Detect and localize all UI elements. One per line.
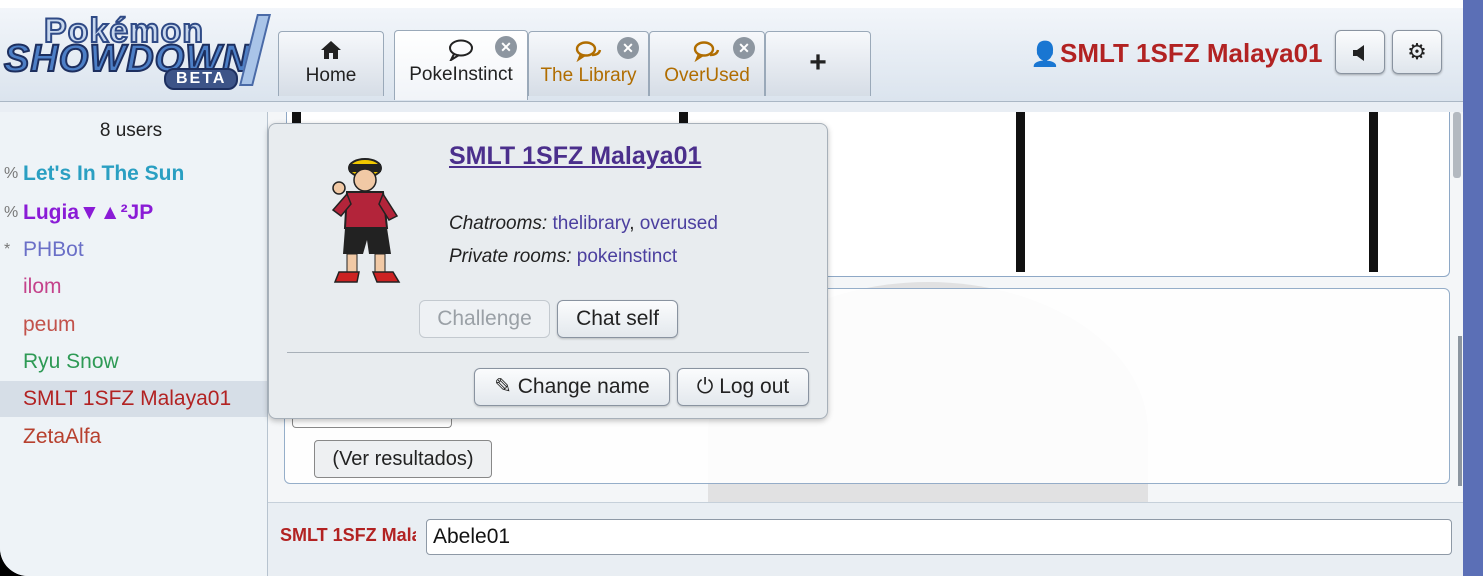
pencil-icon: ✎ xyxy=(494,375,512,398)
userlist-username: PHBot xyxy=(23,238,84,261)
userlist-count: 8 users xyxy=(99,120,163,141)
home-icon xyxy=(279,40,383,66)
tab-home[interactable]: Home xyxy=(278,31,384,96)
speaker-icon xyxy=(1352,39,1368,64)
message-input[interactable] xyxy=(426,519,1452,555)
new-tab-button[interactable]: + xyxy=(765,31,871,96)
composer-username: SMLT 1SFZ Malaya01 xyxy=(280,525,416,545)
user-details-popup: SMLT 1SFZ Malaya01 Chatrooms: thelibrary… xyxy=(268,123,828,419)
app-window: Pokémon SHOWDOWN BETA Home ✕ PokeInstinc… xyxy=(0,0,1463,576)
options-button[interactable]: ⚙ xyxy=(1392,30,1442,74)
tab-close-icon[interactable]: ✕ xyxy=(495,36,517,58)
user-rank-symbol: % xyxy=(4,204,19,221)
userlist: 8 users % Let's In The Sun % Lugia▼▲²JP … xyxy=(0,112,268,576)
showdown-logo[interactable]: Pokémon SHOWDOWN BETA xyxy=(3,11,272,92)
view-results-button[interactable]: (Ver resultados) xyxy=(314,440,492,478)
border-line xyxy=(1016,112,1025,272)
current-user-name[interactable]: SMLT 1SFZ Malaya01 xyxy=(1060,38,1323,69)
tab-overused[interactable]: ✕ OverUsed xyxy=(649,31,765,96)
userlist-item[interactable]: % Lugia▼▲²JP xyxy=(0,195,267,231)
tab-pokeinstinct[interactable]: ✕ PokeInstinct xyxy=(394,30,528,100)
plus-icon: + xyxy=(809,46,827,79)
userlist-item[interactable]: * PHBot xyxy=(0,232,267,268)
userlist-username: SMLT 1SFZ Malaya01 xyxy=(23,387,232,410)
logo-beta-badge: BETA xyxy=(164,68,239,90)
tab-overused-label: OverUsed xyxy=(664,65,750,86)
scrollbar-thumb[interactable] xyxy=(1453,112,1461,178)
change-name-button[interactable]: ✎ Change name xyxy=(474,368,670,406)
logout-label: Log out xyxy=(719,375,790,398)
tab-the-library[interactable]: ✕ The Library xyxy=(528,31,649,96)
popup-username-link[interactable]: SMLT 1SFZ Malaya01 xyxy=(449,142,701,171)
user-rank-symbol: % xyxy=(4,165,19,182)
sound-button[interactable] xyxy=(1335,30,1385,74)
userlist-username: Ryu Snow xyxy=(23,350,119,373)
userlist-username: Let's In The Sun xyxy=(23,162,185,185)
tab-close-icon[interactable]: ✕ xyxy=(733,37,755,59)
popup-chatrooms-line: Chatrooms: thelibrary, overused xyxy=(449,213,718,234)
popup-private-rooms-line: Private rooms: pokeinstinct xyxy=(449,246,677,268)
tab-pokeinstinct-label: PokeInstinct xyxy=(409,64,513,85)
chat-composer: SMLT 1SFZ Malaya01 xyxy=(268,502,1463,576)
user-rank-symbol: * xyxy=(4,241,11,258)
userlist-username: peum xyxy=(23,313,76,336)
popup-divider xyxy=(287,352,809,353)
userlist-username: ZetaAlfa xyxy=(23,425,102,448)
chatrooms-label: Chatrooms: xyxy=(449,213,548,234)
userlist-item-selected[interactable]: SMLT 1SFZ Malaya01 xyxy=(0,381,267,417)
tab-home-label: Home xyxy=(305,65,357,86)
header: Pokémon SHOWDOWN BETA Home ✕ PokeInstinc… xyxy=(0,0,1463,102)
private-rooms-label: Private rooms: xyxy=(449,246,572,267)
chatroom-link-thelibrary[interactable]: thelibrary xyxy=(552,213,629,234)
userlist-item[interactable]: ilom xyxy=(0,269,267,305)
chatroom-link-overused[interactable]: overused xyxy=(640,213,718,234)
private-room-link-pokeinstinct[interactable]: pokeinstinct xyxy=(577,246,677,267)
power-icon: ⏻ xyxy=(696,375,714,398)
tab-close-icon[interactable]: ✕ xyxy=(617,37,639,59)
scrollbar-track[interactable] xyxy=(1458,336,1462,486)
trainer-avatar xyxy=(327,154,407,288)
challenge-button[interactable]: Challenge xyxy=(419,300,550,338)
border-line xyxy=(1369,112,1378,272)
tab-the-library-label: The Library xyxy=(540,65,637,86)
userlist-item[interactable]: % Let's In The Sun xyxy=(0,156,267,192)
gear-icon: ⚙ xyxy=(1407,39,1427,64)
user-icon: 👤 xyxy=(1030,41,1060,68)
logout-button[interactable]: ⏻ Log out xyxy=(677,368,809,406)
userlist-item[interactable]: Ryu Snow xyxy=(0,344,267,380)
userlist-item[interactable]: peum xyxy=(0,307,267,343)
userlist-item[interactable]: ZetaAlfa xyxy=(0,419,267,455)
chat-self-button[interactable]: Chat self xyxy=(557,300,678,338)
userlist-username: Lugia▼▲²JP xyxy=(23,201,154,224)
userlist-username: ilom xyxy=(23,275,62,298)
window-edge xyxy=(1463,0,1483,576)
change-name-label: Change name xyxy=(517,375,650,398)
header-topline xyxy=(0,0,1463,8)
